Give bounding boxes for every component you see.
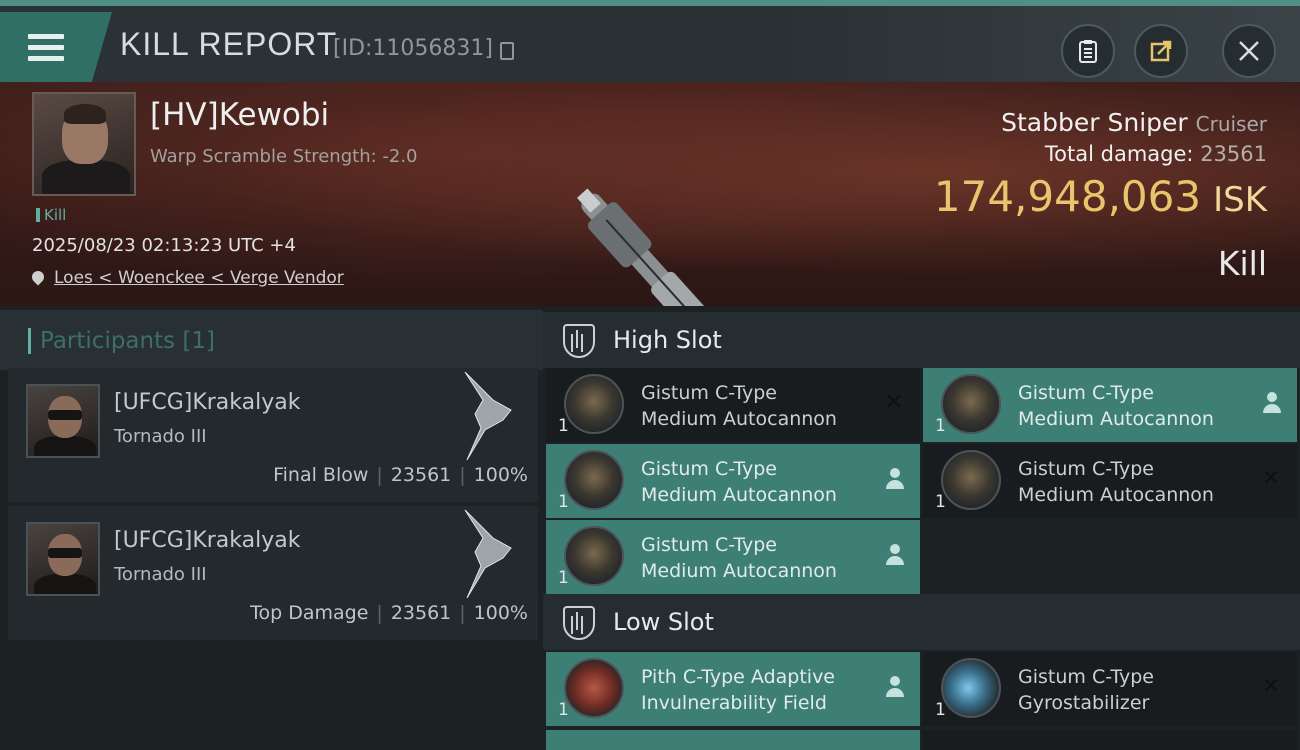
close-icon xyxy=(1239,41,1259,61)
header-bar: KILL REPORT [ID:11056831] xyxy=(0,0,1300,82)
participant-ship-icon xyxy=(464,509,512,599)
kill-location[interactable]: Loes < Woenckee < Verge Vendor xyxy=(29,268,344,288)
autocannon-icon xyxy=(564,374,624,434)
autocannon-icon xyxy=(941,374,1001,434)
high-slot-icon xyxy=(563,324,595,358)
location-pin-icon xyxy=(29,268,47,286)
participant-stats: Final Blow | 23561 | 100% xyxy=(273,464,528,486)
participant-avatar xyxy=(26,384,100,458)
module-item[interactable]: 1 Gistum C-Type Medium Autocannon ✕ xyxy=(546,368,920,442)
participants-header[interactable]: Participants [1] xyxy=(0,310,543,370)
total-damage: Total damage: 23561 xyxy=(1044,142,1267,166)
module-item-partial[interactable] xyxy=(923,730,1297,750)
participant-name: [UFCG]Krakalyak xyxy=(114,390,301,415)
participant-stats: Top Damage | 23561 | 100% xyxy=(250,602,528,624)
low-slot-icon xyxy=(563,606,595,640)
share-icon xyxy=(1150,40,1172,62)
dropped-person-icon xyxy=(886,676,904,698)
autocannon-icon xyxy=(564,526,624,586)
participant-name: [UFCG]Krakalyak xyxy=(114,528,301,553)
isk-value: 174,948,063 ISK xyxy=(933,172,1267,221)
clipboard-button[interactable] xyxy=(1061,24,1115,78)
menu-icon xyxy=(28,34,64,67)
kill-tag: Kill xyxy=(36,206,66,224)
module-item[interactable]: 1 Gistum C-Type Medium Autocannon ✕ xyxy=(923,444,1297,518)
victim-banner: [HV]Kewobi Warp Scramble Strength: -2.0 … xyxy=(0,82,1300,363)
gyrostabilizer-icon xyxy=(941,658,1001,718)
high-slot-header: High Slot xyxy=(543,312,1300,368)
autocannon-icon xyxy=(564,450,624,510)
participant-ship-icon xyxy=(464,371,512,461)
victim-portrait[interactable] xyxy=(32,92,136,196)
page-title: KILL REPORT xyxy=(120,26,338,62)
dropped-person-icon xyxy=(886,468,904,490)
participant-ship: Tornado III xyxy=(114,426,207,447)
victim-name[interactable]: [HV]Kewobi xyxy=(150,97,329,133)
kill-datetime: 2025/08/23 02:13:23 UTC +4 xyxy=(32,235,296,256)
victim-ship-name: Stabber Sniper Cruiser xyxy=(1001,108,1267,137)
destroyed-icon: ✕ xyxy=(1261,466,1281,491)
share-button[interactable] xyxy=(1134,24,1188,78)
module-item[interactable]: 1 Gistum C-Type Medium Autocannon xyxy=(923,368,1297,442)
module-item[interactable]: 1 Gistum C-Type Medium Autocannon xyxy=(546,444,920,518)
autocannon-icon xyxy=(941,450,1001,510)
participant-ship: Tornado III xyxy=(114,564,207,585)
dropped-person-icon xyxy=(886,544,904,566)
destroyed-icon: ✕ xyxy=(884,390,904,415)
dropped-person-icon xyxy=(1263,392,1281,414)
copy-icon[interactable] xyxy=(500,42,514,60)
warp-scramble-strength: Warp Scramble Strength: -2.0 xyxy=(150,146,418,167)
module-item[interactable]: 1 Gistum C-Type Gyrostabilizer ✕ xyxy=(923,652,1297,726)
participants-panel: Participants [1] [UFCG]Krakalyak Tornado… xyxy=(0,306,543,750)
close-button[interactable] xyxy=(1222,24,1276,78)
participant-row[interactable]: [UFCG]Krakalyak Tornado III Top Damage | 2… xyxy=(8,506,538,640)
shield-module-icon xyxy=(564,658,624,718)
module-item-partial[interactable] xyxy=(546,730,920,750)
result-label: Kill xyxy=(1217,244,1267,283)
destroyed-icon: ✕ xyxy=(1261,674,1281,699)
module-item[interactable]: 1 Gistum C-Type Medium Autocannon xyxy=(546,520,920,594)
clipboard-icon xyxy=(1079,40,1097,63)
fitting-panel: High Slot 1 Gistum C-Type Medium Autocann… xyxy=(543,306,1300,750)
participant-row[interactable]: [UFCG]Krakalyak Tornado III Final Blow | 2… xyxy=(8,368,538,502)
menu-button[interactable] xyxy=(0,12,112,82)
participant-avatar xyxy=(26,522,100,596)
module-item[interactable]: 1 Pith C-Type Adaptive Invulnerability Fi… xyxy=(546,652,920,726)
low-slot-header: Low Slot xyxy=(543,594,1300,650)
report-id: [ID:11056831] xyxy=(333,36,493,61)
